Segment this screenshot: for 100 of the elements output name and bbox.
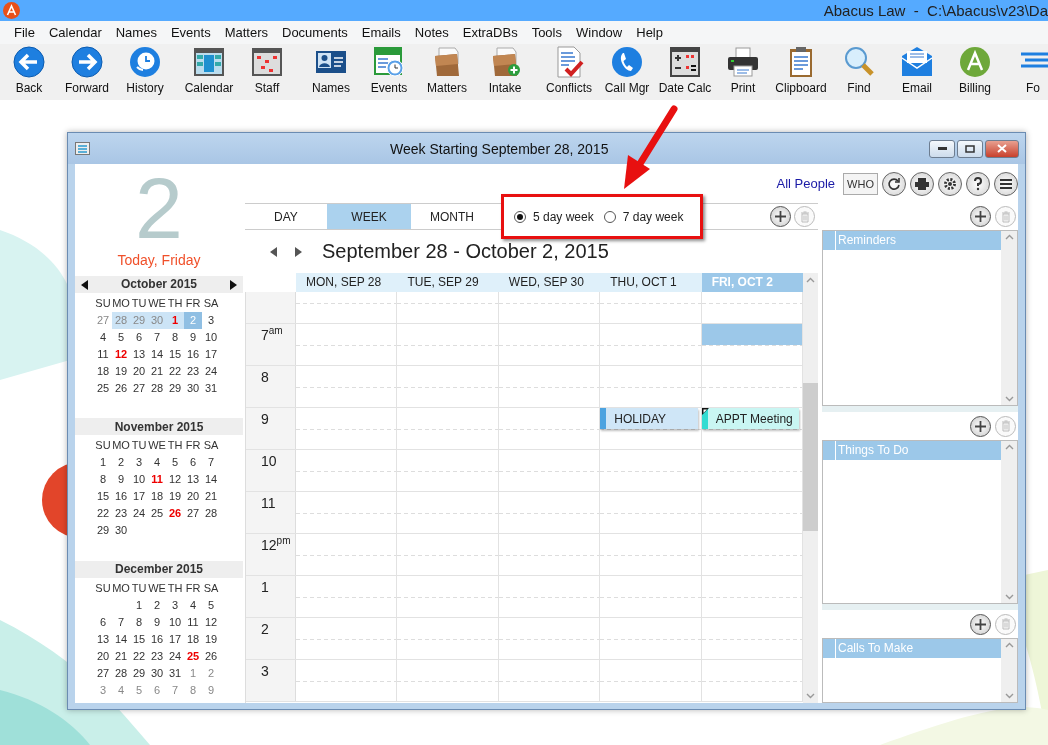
time-slot[interactable] — [498, 408, 601, 449]
time-slot[interactable] — [296, 408, 398, 449]
add-button[interactable] — [770, 206, 791, 227]
toolbar-button[interactable]: Call Mgr — [598, 46, 656, 95]
toolbar-button[interactable]: Fo — [1004, 46, 1048, 95]
calendar-day[interactable]: 14 — [148, 345, 166, 363]
calendar-day[interactable]: 9 — [202, 681, 220, 699]
previous-button[interactable] — [270, 246, 277, 257]
calendar-day[interactable]: 25 — [184, 647, 202, 665]
radio-button[interactable] — [603, 210, 616, 223]
calendar-day[interactable]: 9 — [184, 328, 202, 346]
calendar-day[interactable]: 22 — [166, 362, 184, 380]
toolbar-button[interactable]: Clipboard — [772, 46, 830, 95]
time-slot[interactable] — [296, 324, 398, 365]
menu-item[interactable]: Notes — [407, 25, 456, 40]
calendar-day[interactable]: 11 — [94, 345, 112, 363]
toolbar-button[interactable]: Billing — [946, 46, 1004, 95]
calendar-day[interactable]: 31 — [166, 664, 184, 682]
calendar-day[interactable]: 3 — [202, 311, 220, 329]
previous-month-button[interactable] — [81, 279, 88, 290]
time-slot[interactable] — [296, 366, 398, 407]
calendar-day[interactable]: 19 — [166, 488, 184, 506]
menu-item[interactable]: Tools — [524, 25, 569, 40]
help-button[interactable] — [966, 171, 990, 196]
calendar-day[interactable]: 31 — [202, 379, 220, 397]
calendar-day[interactable]: 8 — [166, 328, 184, 346]
time-slot[interactable] — [296, 450, 398, 491]
time-slot[interactable] — [296, 618, 398, 659]
time-slot[interactable] — [701, 492, 803, 533]
calendar-day[interactable]: 21 — [148, 362, 166, 380]
calendar-day[interactable]: 16 — [148, 630, 166, 648]
time-slot[interactable] — [600, 292, 702, 323]
calendar-day[interactable]: 9 — [112, 471, 130, 489]
calendar-day[interactable]: 2 — [112, 454, 130, 472]
next-button[interactable] — [295, 246, 302, 257]
calendar-day[interactable]: 27 — [130, 379, 148, 397]
calendar-day[interactable]: 25 — [94, 379, 112, 397]
calendar-day[interactable]: 7 — [202, 454, 220, 472]
calendar-day[interactable]: 5 — [112, 328, 130, 346]
time-slot[interactable] — [296, 292, 398, 323]
calendar-day[interactable]: 23 — [184, 362, 202, 380]
calendar-day[interactable]: 19 — [202, 630, 220, 648]
toolbar-button[interactable]: Date Calc — [656, 46, 714, 95]
toolbar-button[interactable]: Find — [830, 46, 888, 95]
calendar-day[interactable]: 28 — [202, 505, 220, 523]
add-button[interactable] — [970, 613, 991, 635]
time-slot[interactable] — [296, 534, 398, 575]
refresh-button[interactable] — [882, 171, 906, 196]
time-slot[interactable] — [701, 292, 803, 323]
menu-item[interactable]: Emails — [354, 25, 408, 40]
calendar-day[interactable]: 13 — [130, 345, 148, 363]
time-slot[interactable] — [498, 366, 601, 407]
calendar-day[interactable]: 10 — [202, 328, 220, 346]
time-slot[interactable] — [498, 660, 601, 701]
calendar-event[interactable]: HOLIDAY — [600, 408, 698, 429]
calendar-day[interactable]: 29 — [166, 379, 184, 397]
time-slot[interactable] — [600, 618, 702, 659]
calendar-day[interactable]: 9 — [148, 613, 166, 631]
calendar-day[interactable]: 17 — [130, 488, 148, 506]
calendar-day[interactable]: 18 — [94, 362, 112, 380]
maximize-button[interactable] — [957, 139, 983, 158]
time-slot[interactable] — [397, 660, 499, 701]
week-option[interactable]: 5 day week — [514, 209, 594, 224]
calendar-day[interactable]: 23 — [112, 505, 130, 523]
time-slot[interactable] — [701, 534, 803, 575]
toolbar-button[interactable]: Print — [714, 46, 772, 95]
time-slot[interactable] — [701, 660, 803, 701]
calendar-day[interactable]: 21 — [202, 488, 220, 506]
time-slot[interactable] — [600, 450, 702, 491]
calendar-day[interactable]: 24 — [202, 362, 220, 380]
time-slot[interactable] — [397, 534, 499, 575]
calendar-day[interactable]: 13 — [184, 471, 202, 489]
toolbar-button[interactable]: Back — [0, 46, 58, 95]
calendar-day[interactable]: 28 — [148, 379, 166, 397]
toolbar-button[interactable]: Events — [360, 46, 418, 95]
time-slot[interactable] — [296, 576, 398, 617]
calendar-day[interactable]: 6 — [130, 328, 148, 346]
time-slot[interactable] — [498, 492, 601, 533]
toolbar-button[interactable]: Intake — [476, 46, 534, 95]
calendar-day[interactable]: 26 — [112, 379, 130, 397]
calendar-day[interactable]: 3 — [166, 596, 184, 614]
calendar-day[interactable]: 6 — [94, 613, 112, 631]
calendar-day[interactable]: 7 — [148, 328, 166, 346]
calendar-day[interactable]: 25 — [148, 505, 166, 523]
people-filter-link[interactable]: All People — [776, 176, 836, 191]
calendar-day[interactable]: 8 — [130, 613, 148, 631]
who-button[interactable]: WHO — [843, 172, 878, 195]
calendar-day[interactable]: 12 — [166, 471, 184, 489]
toolbar-button[interactable]: Conflicts — [540, 46, 598, 95]
calendar-day[interactable]: 12 — [112, 345, 130, 363]
time-slot[interactable] — [397, 450, 499, 491]
time-slot[interactable] — [296, 492, 398, 533]
time-slot[interactable] — [397, 366, 499, 407]
calendar-day[interactable]: 22 — [94, 505, 112, 523]
toolbar-button[interactable]: Staff — [238, 46, 296, 95]
radio-button[interactable] — [514, 210, 526, 223]
calendar-day[interactable]: 13 — [94, 630, 112, 648]
toolbar-button[interactable]: Matters — [418, 46, 476, 95]
week-option[interactable]: 7 day week — [603, 209, 684, 224]
time-slot[interactable] — [600, 366, 702, 407]
